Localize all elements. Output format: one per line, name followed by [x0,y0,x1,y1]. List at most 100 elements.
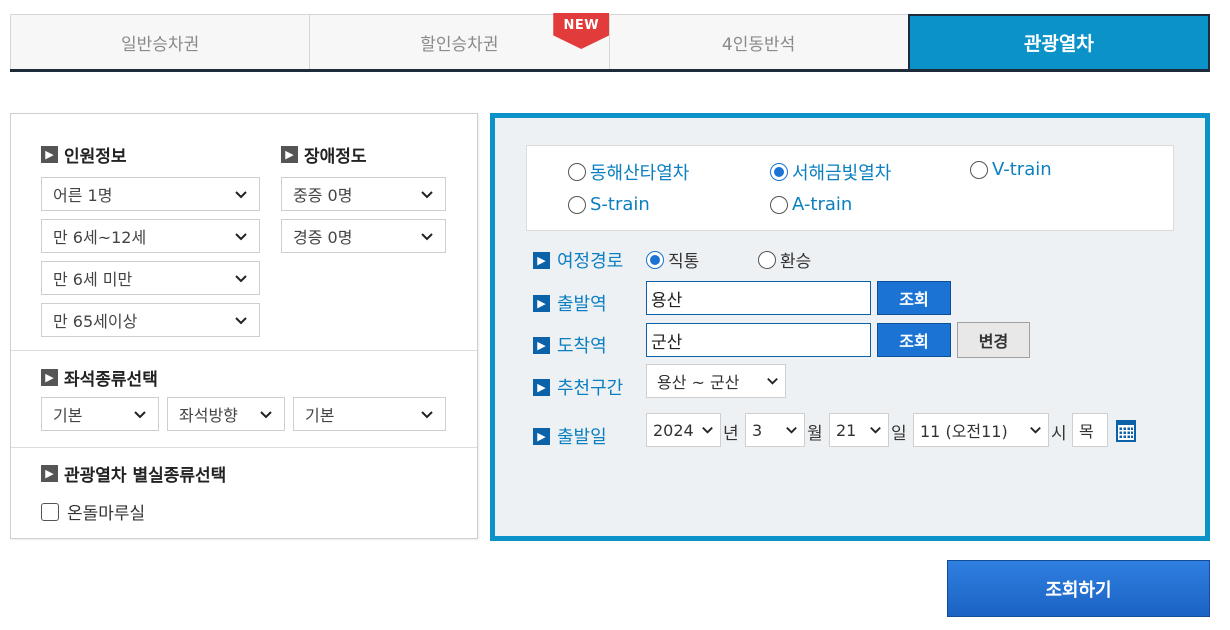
section-title: 좌석종류선택 [64,370,158,390]
chevron-down-icon [702,426,713,434]
chevron-down-icon [134,411,146,419]
tab-label: 일반승차권 [121,34,200,55]
search-trains-button[interactable]: 조회하기 [947,560,1210,617]
arrow-right-icon: ▶ [533,294,550,312]
radio-button[interactable] [970,160,988,179]
disability-level-heading: ▶ 장애정도 [281,142,367,167]
year-select[interactable]: 2024 [646,413,721,447]
weekday-display: 목 [1072,413,1108,447]
tab-label: 관광열차 [1023,33,1094,55]
input-value: 군산 [651,332,683,353]
seat-direction-select[interactable]: 좌석방향 [167,397,285,431]
room-type-heading: ▶ 관광열차 별실종류선택 [41,461,226,486]
select-value: 11 (오전11) [920,422,1008,441]
train-option-donghae-santa[interactable]: 동해산타열차 [568,159,689,185]
tab-four-person-seat[interactable]: 4인동반석 [608,14,908,69]
arrow-right-icon: ▶ [41,465,58,482]
section-title: 관광열차 별실종류선택 [64,466,227,486]
arrival-lookup-button[interactable]: 조회 [877,323,951,357]
senior-count-select[interactable]: 만 65세이상 [41,303,260,337]
train-selection-box: 동해산타열차 서해금빛열차 V-train S-train A-train [526,145,1174,231]
train-option-s-train[interactable]: S-train [568,194,650,215]
radio-label: V-train [992,159,1052,180]
select-value: 기본 [53,406,83,425]
field-label-text: 출발역 [557,294,607,315]
day-select[interactable]: 21 [829,413,889,447]
seat-type-heading: ▶ 좌석종류선택 [41,365,158,390]
chevron-down-icon [421,411,433,419]
train-option-seohae-geumbit[interactable]: 서해금빛열차 [770,159,891,185]
input-value: 용산 [651,290,683,311]
child-count-select[interactable]: 만 6세~12세 [41,219,260,253]
arrival-label: ▶ 도착역 [533,332,607,358]
arrival-station-input[interactable]: 군산 [646,323,871,357]
tab-general-ticket[interactable]: 일반승차권 [10,14,310,69]
tab-label: 4인동반석 [721,34,796,55]
arrow-right-icon: ▶ [533,378,550,396]
month-unit: 월 [807,424,823,444]
select-value: 만 6세 미만 [53,270,133,289]
arrow-right-icon: ▶ [41,146,58,163]
recommend-label: ▶ 추천구간 [533,374,623,400]
new-badge: NEW [553,13,610,49]
ondol-room-checkbox-row[interactable]: 온돌마루실 [41,499,145,524]
select-value: 경증 0명 [293,228,353,247]
select-value: 2024 [653,420,694,440]
seat-type-select[interactable]: 기본 [41,397,159,431]
chevron-down-icon [1030,426,1041,434]
radio-button[interactable] [568,195,586,214]
hour-select[interactable]: 11 (오전11) [913,413,1049,447]
radio-label: S-train [590,194,650,215]
ondol-room-checkbox[interactable] [41,502,59,521]
calendar-icon[interactable] [1116,420,1136,442]
select-value: 기본 [305,406,335,425]
tab-label: 할인승차권 [420,34,499,55]
seat-position-select[interactable]: 기본 [293,397,446,431]
radio-button-checked[interactable] [646,250,664,269]
tab-tourist-train[interactable]: 관광열차 [907,14,1210,69]
recommended-section-select[interactable]: 용산 ~ 군산 [646,364,786,398]
chevron-down-icon [767,377,778,385]
severe-disability-select[interactable]: 중증 0명 [281,177,446,211]
field-label-text: 도착역 [557,336,607,357]
chevron-down-icon [235,275,247,283]
adult-count-select[interactable]: 어른 1명 [41,177,260,211]
arrow-right-icon: ▶ [41,369,58,386]
tab-discount-ticket[interactable]: 할인승차권 NEW [309,13,610,69]
chevron-down-icon [870,426,881,434]
radio-button[interactable] [770,195,788,214]
mild-disability-select[interactable]: 경증 0명 [281,219,446,253]
radio-button-checked[interactable] [770,163,788,181]
divider [11,350,477,351]
day-unit: 일 [891,424,907,444]
passenger-info-heading: ▶ 인원정보 [41,142,127,167]
select-value: 중증 0명 [293,186,353,205]
train-option-a-train[interactable]: A-train [770,194,852,215]
train-option-v-train[interactable]: V-train [970,159,1052,180]
section-title: 장애정도 [304,147,367,167]
route-option-direct[interactable]: 직통 [646,247,699,272]
chevron-down-icon [235,233,247,241]
select-value: 만 6세~12세 [53,228,147,247]
arrow-right-icon: ▶ [533,336,550,354]
radio-button[interactable] [568,163,586,181]
radio-label: A-train [792,194,853,215]
passenger-options-panel: ▶ 인원정보 ▶ 장애정도 어른 1명 만 6세~12세 만 6세 미만 만 6… [10,113,478,539]
divider [11,447,477,448]
route-label: ▶ 여정경로 [533,247,623,273]
field-label-text: 추천구간 [557,378,624,399]
section-title: 인원정보 [64,147,127,167]
infant-count-select[interactable]: 만 6세 미만 [41,261,260,295]
select-value: 용산 ~ 군산 [657,373,740,392]
arrow-right-icon: ▶ [281,146,298,163]
ticket-type-tabs: 일반승차권 할인승차권 NEW 4인동반석 관광열차 [10,13,1210,72]
month-select[interactable]: 3 [745,413,805,447]
route-option-transfer[interactable]: 환승 [758,247,811,272]
chevron-down-icon [421,191,433,199]
journey-options-panel: 동해산타열차 서해금빛열차 V-train S-train A-train ▶ … [490,113,1210,541]
departure-lookup-button[interactable]: 조회 [877,281,951,315]
radio-button[interactable] [758,250,776,269]
swap-stations-button[interactable]: 변경 [957,322,1030,358]
departure-station-input[interactable]: 용산 [646,281,871,315]
select-value: 21 [836,420,857,440]
